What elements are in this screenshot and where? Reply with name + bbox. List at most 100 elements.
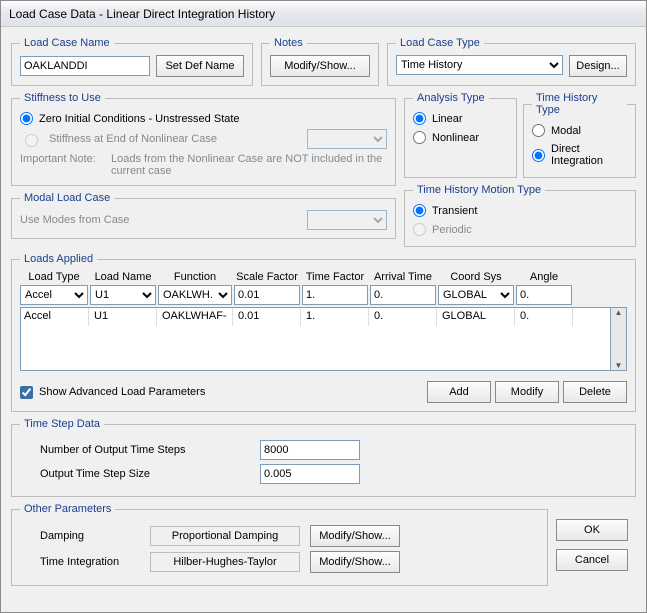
window-title: Load Case Data - Linear Direct Integrati… bbox=[9, 7, 275, 21]
group-load-case-name: Load Case Name Set Def Name bbox=[11, 37, 253, 86]
radio-zero-initial[interactable] bbox=[20, 112, 33, 125]
scroll-down-icon[interactable]: ▼ bbox=[615, 361, 623, 370]
group-loads-applied: Loads Applied Load Type Load Name Functi… bbox=[11, 253, 636, 412]
radio-direct-integration[interactable] bbox=[532, 149, 545, 162]
dialog-content: Load Case Name Set Def Name Notes Modify… bbox=[1, 27, 646, 612]
label-show-advanced: Show Advanced Load Parameters bbox=[39, 386, 205, 398]
radio-periodic bbox=[413, 223, 426, 236]
cancel-button[interactable]: Cancel bbox=[556, 549, 628, 571]
label-step-size: Output Time Step Size bbox=[40, 468, 260, 480]
radio-end-nonlinear bbox=[25, 134, 38, 147]
legend-time-step: Time Step Data bbox=[20, 418, 104, 430]
label-transient: Transient bbox=[432, 205, 477, 217]
cell-time: 1. bbox=[303, 308, 369, 326]
label-damping: Damping bbox=[40, 530, 140, 542]
col-arrival: Arrival Time bbox=[370, 271, 436, 285]
group-time-history-type: Time History Type Modal Direct Integrati… bbox=[523, 92, 636, 178]
label-time-integration: Time Integration bbox=[40, 556, 140, 568]
radio-modal[interactable] bbox=[532, 124, 545, 137]
group-time-step: Time Step Data Number of Output Time Ste… bbox=[11, 418, 636, 497]
titlebar: Load Case Data - Linear Direct Integrati… bbox=[1, 1, 646, 27]
input-num-steps[interactable] bbox=[260, 440, 360, 460]
cell-angle: 0. bbox=[517, 308, 573, 326]
input-load-name[interactable]: U1 bbox=[90, 285, 156, 305]
group-analysis-type: Analysis Type Linear Nonlinear bbox=[404, 92, 517, 178]
load-case-name-input[interactable] bbox=[20, 56, 150, 76]
value-damping: Proportional Damping bbox=[150, 526, 300, 546]
col-scale: Scale Factor bbox=[234, 271, 300, 285]
group-motion-type: Time History Motion Type Transient Perio… bbox=[404, 184, 636, 247]
loads-header-row: Load Type Load Name Function Scale Facto… bbox=[20, 271, 627, 285]
loads-scrollbar[interactable]: ▲ ▼ bbox=[611, 307, 627, 371]
design-button[interactable]: Design... bbox=[569, 55, 627, 77]
cell-load-name: U1 bbox=[91, 308, 157, 326]
add-button[interactable]: Add bbox=[427, 381, 491, 403]
radio-nonlinear[interactable] bbox=[413, 131, 426, 144]
legend-loads-applied: Loads Applied bbox=[20, 253, 97, 265]
label-modal: Modal bbox=[551, 125, 581, 137]
cell-coord: GLOBAL bbox=[439, 308, 515, 326]
delete-button[interactable]: Delete bbox=[563, 381, 627, 403]
load-case-type-select[interactable]: Time History bbox=[396, 55, 563, 75]
legend-load-case-name: Load Case Name bbox=[20, 37, 114, 49]
col-function: Function bbox=[158, 271, 232, 285]
cell-function: OAKLWHAF- bbox=[159, 308, 233, 326]
integration-modify-button[interactable]: Modify/Show... bbox=[310, 551, 400, 573]
label-nonlinear: Nonlinear bbox=[432, 132, 479, 144]
label-linear: Linear bbox=[432, 113, 463, 125]
loads-list[interactable]: Accel U1 OAKLWHAF- 0.01 1. 0. GLOBAL 0. bbox=[20, 307, 611, 371]
input-arrival[interactable] bbox=[370, 285, 436, 305]
legend-modal-load-case: Modal Load Case bbox=[20, 192, 114, 204]
group-stiffness: Stiffness to Use Zero Initial Conditions… bbox=[11, 92, 396, 186]
input-angle[interactable] bbox=[516, 285, 572, 305]
radio-transient[interactable] bbox=[413, 204, 426, 217]
damping-modify-button[interactable]: Modify/Show... bbox=[310, 525, 400, 547]
scroll-up-icon[interactable]: ▲ bbox=[615, 308, 623, 317]
modify-button[interactable]: Modify bbox=[495, 381, 559, 403]
input-scale[interactable] bbox=[234, 285, 300, 305]
important-note-label: Important Note: bbox=[20, 153, 105, 177]
input-coord[interactable]: GLOBAL bbox=[438, 285, 514, 305]
label-end-nonlinear: Stiffness at End of Nonlinear Case bbox=[49, 133, 217, 145]
col-load-type: Load Type bbox=[20, 271, 88, 285]
table-row[interactable]: Accel U1 OAKLWHAF- 0.01 1. 0. GLOBAL 0. bbox=[21, 308, 610, 326]
modal-case-select bbox=[307, 210, 387, 230]
cell-load-type: Accel bbox=[21, 308, 89, 326]
checkbox-show-advanced[interactable] bbox=[20, 386, 33, 399]
nonlinear-case-select bbox=[307, 129, 387, 149]
legend-stiffness: Stiffness to Use bbox=[20, 92, 105, 104]
group-load-case-type: Load Case Type Time History Design... bbox=[387, 37, 636, 86]
input-function[interactable]: OAKLWH. bbox=[158, 285, 232, 305]
label-periodic: Periodic bbox=[432, 224, 472, 236]
cell-arrival: 0. bbox=[371, 308, 437, 326]
loads-input-row: Accel U1 OAKLWH. GLOBAL bbox=[20, 285, 627, 305]
legend-analysis-type: Analysis Type bbox=[413, 92, 489, 104]
col-angle: Angle bbox=[516, 271, 572, 285]
group-other-parameters: Other Parameters Damping Proportional Da… bbox=[11, 503, 548, 586]
legend-other-parameters: Other Parameters bbox=[20, 503, 115, 515]
radio-linear[interactable] bbox=[413, 112, 426, 125]
legend-load-case-type: Load Case Type bbox=[396, 37, 484, 49]
set-def-name-button[interactable]: Set Def Name bbox=[156, 55, 244, 77]
label-direct-integration: Direct Integration bbox=[551, 143, 627, 167]
input-time[interactable] bbox=[302, 285, 368, 305]
value-time-integration: Hilber-Hughes-Taylor bbox=[150, 552, 300, 572]
important-note-text: Loads from the Nonlinear Case are NOT in… bbox=[111, 153, 387, 177]
col-load-name: Load Name bbox=[90, 271, 156, 285]
notes-modify-button[interactable]: Modify/Show... bbox=[270, 55, 370, 77]
col-coord: Coord Sys bbox=[438, 271, 514, 285]
input-step-size[interactable] bbox=[260, 464, 360, 484]
dialog-window: Load Case Data - Linear Direct Integrati… bbox=[0, 0, 647, 613]
col-time: Time Factor bbox=[302, 271, 368, 285]
label-num-steps: Number of Output Time Steps bbox=[40, 444, 260, 456]
legend-time-history-type: Time History Type bbox=[532, 92, 627, 116]
group-modal-load-case: Modal Load Case Use Modes from Case bbox=[11, 192, 396, 239]
input-load-type[interactable]: Accel bbox=[20, 285, 88, 305]
ok-button[interactable]: OK bbox=[556, 519, 628, 541]
group-notes: Notes Modify/Show... bbox=[261, 37, 379, 86]
legend-notes: Notes bbox=[270, 37, 307, 49]
label-use-modes: Use Modes from Case bbox=[20, 214, 129, 226]
legend-motion-type: Time History Motion Type bbox=[413, 184, 545, 196]
label-zero-initial: Zero Initial Conditions - Unstressed Sta… bbox=[39, 113, 240, 125]
cell-scale: 0.01 bbox=[235, 308, 301, 326]
